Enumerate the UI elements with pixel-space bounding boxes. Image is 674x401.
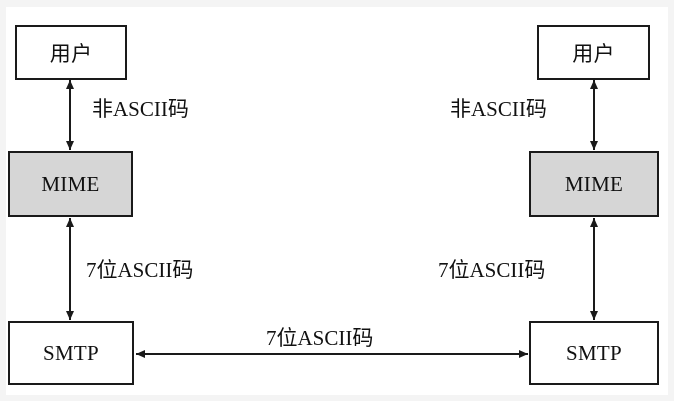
right-user-label: 用户 <box>572 41 615 66</box>
left-mime-label: MIME <box>41 171 100 196</box>
left-smtp-box: SMTP <box>8 321 134 385</box>
right-smtp-label: SMTP <box>565 340 623 365</box>
left-mime-box: MIME <box>8 151 133 217</box>
right-mid-link-label: 7位ASCII码 <box>438 258 546 282</box>
left-user-box: 用户 <box>15 25 127 80</box>
right-top-link-label: 非ASCII码 <box>450 97 547 121</box>
right-mime-box: MIME <box>529 151 659 217</box>
left-smtp-label: SMTP <box>42 340 100 365</box>
left-mid-link-label: 7位ASCII码 <box>86 258 194 282</box>
right-smtp-box: SMTP <box>529 321 659 385</box>
left-top-link-label: 非ASCII码 <box>92 97 189 121</box>
right-mime-label: MIME <box>564 171 624 196</box>
right-user-box: 用户 <box>537 25 650 80</box>
smtp-link-label: 7位ASCII码 <box>266 326 374 350</box>
left-user-label: 用户 <box>49 41 93 66</box>
diagram-canvas: 用户 MIME SMTP 非ASCII码 7位ASCII码 用户 MIME SM… <box>0 0 674 401</box>
